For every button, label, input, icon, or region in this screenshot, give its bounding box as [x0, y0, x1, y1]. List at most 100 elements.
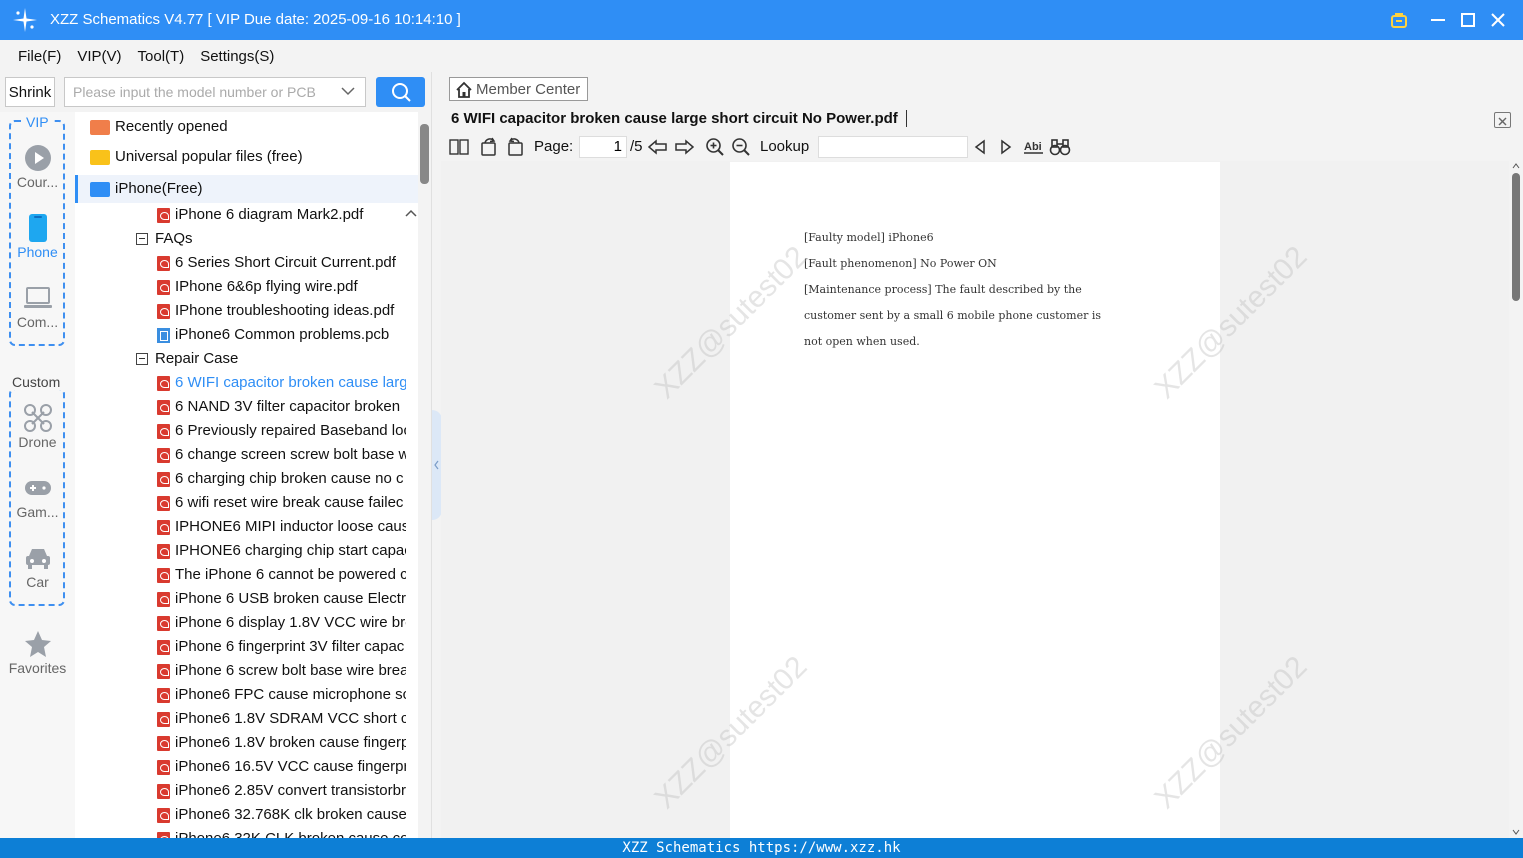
tree-file[interactable]: IPHONE6 charging chip start capac: [75, 539, 406, 563]
collapse-icon[interactable]: [136, 353, 148, 365]
tree-node-repair-case[interactable]: Repair Case: [75, 347, 418, 371]
tree-file[interactable]: iPhone6 32.768K clk broken cause: [75, 803, 406, 827]
pdf-icon: [157, 304, 170, 319]
next-page-icon[interactable]: [674, 137, 694, 157]
two-page-icon[interactable]: [449, 137, 469, 157]
tree-label: 6 Series Short Circuit Current.pdf: [175, 254, 396, 271]
search-input[interactable]: Please input the model number or PCB: [64, 77, 366, 107]
pdf-icon: [157, 736, 170, 751]
pdf-icon: [157, 784, 170, 799]
document-tab[interactable]: 6 WIFI capacitor broken cause large shor…: [451, 110, 907, 127]
pdf-icon: [157, 760, 170, 775]
collapse-icon[interactable]: [136, 233, 148, 245]
tree-file[interactable]: iPhone6 32K CLK broken cause co: [75, 827, 406, 838]
pdf-text-line: customer sent by a small 6 mobile phone …: [804, 309, 1102, 322]
chevron-left-icon: [434, 460, 439, 470]
close-tab-icon[interactable]: [1494, 112, 1511, 128]
category-car[interactable]: Car: [0, 542, 75, 590]
category-favorites[interactable]: Favorites: [0, 628, 75, 676]
find-next-icon[interactable]: [998, 137, 1014, 157]
chevron-down-icon[interactable]: [1512, 829, 1520, 835]
tree-label: iPhone 6 USB broken cause Electri: [175, 590, 406, 607]
panel-splitter[interactable]: [431, 72, 442, 838]
category-phone[interactable]: Phone: [0, 212, 75, 260]
tree-file[interactable]: iPhone6 2.85V convert transistorbr: [75, 779, 406, 803]
scrollbar-thumb[interactable]: [1512, 173, 1520, 301]
file-tree: Recently opened Universal popular files …: [75, 112, 418, 838]
tree-file[interactable]: iPhone6 1.8V SDRAM VCC short cir: [75, 707, 406, 731]
tree-file[interactable]: iPhone 6 fingerprint 3V filter capac: [75, 635, 406, 659]
page-number-input[interactable]: 1: [579, 136, 627, 158]
chevron-up-icon[interactable]: [405, 209, 417, 217]
gamepad-icon: [24, 481, 51, 495]
pdf-icon: [157, 616, 170, 631]
category-computer-label: Com...: [16, 314, 59, 330]
menu-bar: File(F) VIP(V) Tool(T) Settings(S): [0, 40, 1523, 72]
menu-settings[interactable]: Settings(S): [200, 48, 274, 65]
category-computer[interactable]: Com...: [0, 282, 75, 330]
tree-label: 6 WIFI capacitor broken cause larg: [175, 374, 406, 391]
viewer-scrollbar[interactable]: [1509, 161, 1523, 838]
tree-scrollbar[interactable]: [418, 112, 431, 838]
vip-bag-icon[interactable]: [1387, 8, 1411, 32]
tree-file-diagram[interactable]: iPhone 6 diagram Mark2.pdf: [75, 203, 418, 227]
minimize-button[interactable]: [1426, 8, 1450, 32]
shrink-button[interactable]: Shrink: [5, 77, 55, 107]
pdf-icon: [157, 496, 170, 511]
menu-file[interactable]: File(F): [18, 48, 61, 65]
tree-label: iPhone6 FPC cause microphone sc: [175, 686, 406, 703]
pdf-viewer[interactable]: [Faulty model] iPhone6 [Fault phenomenon…: [441, 161, 1509, 838]
chevron-up-icon[interactable]: [1512, 163, 1520, 169]
page-total: /5: [630, 138, 643, 155]
tree-file[interactable]: iPhone 6 USB broken cause Electri: [75, 587, 406, 611]
match-case-icon[interactable]: Abi: [1023, 137, 1045, 157]
tree-node-faqs[interactable]: FAQs: [75, 227, 418, 251]
tree-recently-opened[interactable]: Recently opened: [75, 115, 418, 139]
tree-file[interactable]: IPhone troubleshooting ideas.pdf: [75, 299, 418, 323]
rotate-right-icon[interactable]: [505, 137, 525, 157]
search-button[interactable]: [376, 77, 425, 107]
prev-page-icon[interactable]: [648, 137, 668, 157]
pdf-icon: [157, 448, 170, 463]
tree-file[interactable]: 6 Previously repaired Baseband loc: [75, 419, 406, 443]
folder-icon: [90, 150, 110, 165]
tree-file[interactable]: 6 change screen screw bolt base w: [75, 443, 406, 467]
tree-iphone-free[interactable]: iPhone(Free): [75, 175, 418, 203]
car-icon: [25, 549, 50, 569]
tree-file[interactable]: iPhone6 16.5V VCC cause fingerpri: [75, 755, 406, 779]
find-prev-icon[interactable]: [972, 137, 988, 157]
rotate-left-icon[interactable]: [479, 137, 499, 157]
tree-file[interactable]: IPhone 6&6p flying wire.pdf: [75, 275, 418, 299]
page-label: Page:: [534, 138, 574, 155]
tree-file[interactable]: IPHONE6 MIPI inductor loose caus: [75, 515, 406, 539]
tree-file[interactable]: iPhone6 1.8V broken cause fingerp: [75, 731, 406, 755]
category-game[interactable]: Gam...: [0, 472, 75, 520]
tree-file[interactable]: iPhone 6 display 1.8V VCC wire bre: [75, 611, 406, 635]
tree-file[interactable]: iPhone 6 screw bolt base wire brea: [75, 659, 406, 683]
binoculars-icon[interactable]: [1049, 137, 1071, 157]
tree-universal-popular[interactable]: Universal popular files (free): [75, 145, 418, 169]
chevron-down-icon[interactable]: [341, 86, 355, 96]
tree-file[interactable]: 6 NAND 3V filter capacitor broken: [75, 395, 406, 419]
zoom-out-icon[interactable]: [731, 137, 751, 157]
tree-file[interactable]: 6 charging chip broken cause no c: [75, 467, 406, 491]
zoom-in-icon[interactable]: [705, 137, 725, 157]
tree-file[interactable]: iPhone6 FPC cause microphone sc: [75, 683, 406, 707]
member-center-button[interactable]: Member Center: [449, 77, 588, 101]
category-courses[interactable]: Cour...: [0, 142, 75, 190]
menu-vip[interactable]: VIP(V): [77, 48, 121, 65]
tree-file[interactable]: 6 WIFI capacitor broken cause larg: [75, 371, 406, 395]
scrollbar-thumb[interactable]: [420, 124, 429, 184]
tree-file[interactable]: The iPhone 6 cannot be powered c: [75, 563, 406, 587]
close-button[interactable]: [1486, 8, 1510, 32]
lookup-input[interactable]: [818, 136, 968, 158]
category-drone[interactable]: Drone: [0, 402, 75, 450]
tree-file[interactable]: 6 wifi reset wire break cause failec: [75, 491, 406, 515]
tree-file[interactable]: 6 Series Short Circuit Current.pdf: [75, 251, 418, 275]
tree-file[interactable]: iPhone6 Common problems.pcb: [75, 323, 418, 347]
folder-icon: [90, 120, 110, 135]
pdf-icon: [157, 424, 170, 439]
maximize-button[interactable]: [1456, 8, 1480, 32]
menu-tool[interactable]: Tool(T): [138, 48, 185, 65]
pdf-text-line: [Faulty model] iPhone6: [804, 231, 934, 244]
